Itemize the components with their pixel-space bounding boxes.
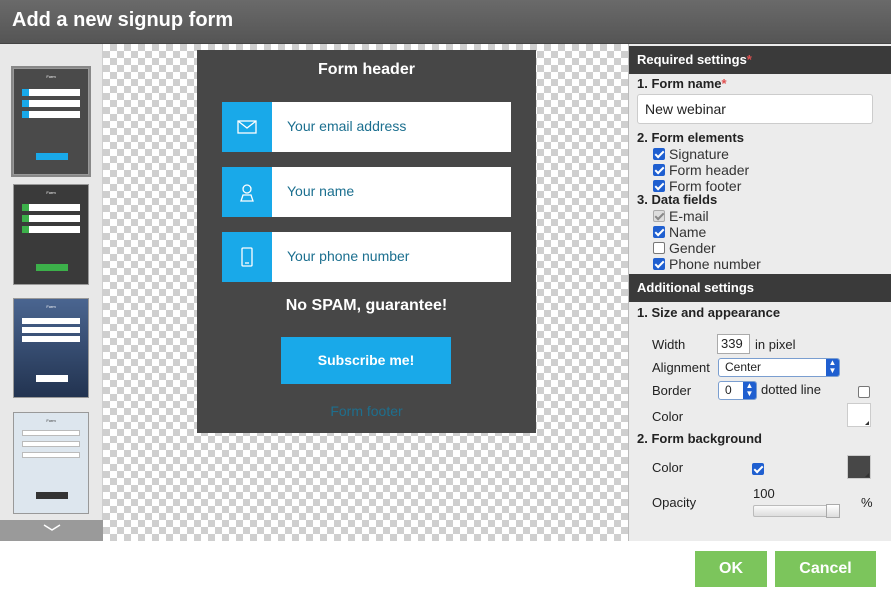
alignment-select[interactable]: Center ▲ ▼	[718, 358, 840, 377]
phone-field-label: Your phone number	[287, 248, 410, 264]
required-settings-header: Required settings*	[629, 46, 891, 74]
nospam-text: No SPAM, guarantee!	[285, 297, 448, 314]
border-style-label: dotted line	[761, 382, 821, 397]
checkbox-unchecked[interactable]	[653, 242, 665, 254]
gender-checkbox[interactable]: Gender	[653, 240, 716, 256]
width-label: Width	[652, 337, 686, 352]
person-icon	[222, 167, 272, 217]
phone-number-label: Phone number	[669, 256, 761, 272]
dialog-title: Add a new signup form	[12, 9, 234, 31]
border-width-value: 0	[725, 383, 732, 397]
select-arrows-icon: ▲ ▼	[826, 359, 839, 376]
template-list[interactable]: Form Form Form Form	[0, 44, 103, 541]
signature-checkbox[interactable]: Signature	[653, 146, 729, 162]
bg-color-swatch[interactable]	[847, 455, 871, 479]
template-thumb-dark-green[interactable]: Form	[13, 184, 89, 285]
name-checkbox[interactable]: Name	[653, 224, 706, 240]
alignment-label: Alignment	[652, 360, 710, 375]
preview-canvas: Form header Your email address Your name…	[103, 44, 628, 541]
form-header-label: Form header	[669, 162, 750, 178]
checkbox-checked[interactable]	[653, 164, 665, 176]
form-elements-label: 2. Form elements	[637, 130, 744, 145]
phone-icon	[222, 232, 272, 282]
email-field-label: Your email address	[287, 118, 407, 134]
border-color-swatch[interactable]	[847, 403, 871, 427]
size-appearance-label: 1. Size and appearance	[637, 305, 781, 320]
email-field[interactable]: Your email address	[222, 102, 511, 152]
name-label: Name	[669, 224, 707, 240]
template-thumb-dark-blue[interactable]: Form	[11, 66, 91, 177]
checkbox-checked[interactable]	[653, 226, 665, 238]
opacity-label: Opacity	[652, 495, 697, 510]
bg-color-label: Color	[652, 460, 684, 475]
checkbox-checked[interactable]	[752, 463, 764, 475]
checkbox-disabled	[653, 210, 665, 222]
chevron-down-icon	[42, 520, 62, 537]
email-label: E-mail	[669, 208, 709, 224]
checkbox-checked[interactable]	[653, 148, 665, 160]
templates-scroll-down[interactable]	[0, 520, 103, 541]
dotted-line-checkbox[interactable]	[858, 386, 870, 398]
name-field-label: Your name	[287, 183, 355, 199]
template-thumb-navy[interactable]: Form	[13, 298, 89, 398]
name-field[interactable]: Your name	[222, 167, 511, 217]
select-arrows-icon: ▲ ▼	[743, 382, 756, 399]
opacity-slider[interactable]	[753, 504, 840, 518]
subscribe-button[interactable]: Subscribe me!	[281, 337, 451, 384]
opacity-slider-handle[interactable]	[826, 504, 840, 518]
width-unit: in pixel	[755, 337, 796, 352]
form-name-label-text: 1. Form name	[637, 76, 722, 91]
cancel-button[interactable]: Cancel	[775, 551, 876, 587]
form-header-checkbox[interactable]: Form header	[653, 162, 749, 178]
signature-label: Signature	[669, 146, 729, 162]
alignment-value: Center	[725, 360, 762, 374]
form-background-label: 2. Form background	[637, 431, 762, 446]
data-fields-label: 3. Data fields	[637, 192, 718, 207]
settings-panel: Required settings* 1. Form name* New web…	[628, 44, 891, 541]
border-width-select[interactable]: 0 ▲ ▼	[718, 381, 757, 400]
gender-label: Gender	[669, 240, 716, 256]
form-preview[interactable]: Form header Your email address Your name…	[197, 50, 536, 433]
envelope-icon	[222, 102, 272, 152]
additional-settings-header: Additional settings	[629, 274, 891, 302]
form-name-label: 1. Form name*	[637, 76, 727, 91]
email-checkbox: E-mail	[653, 208, 709, 224]
required-star: *	[746, 52, 752, 67]
phone-field[interactable]: Your phone number	[222, 232, 511, 282]
opacity-value: 100	[753, 486, 775, 501]
template-thumb-light[interactable]: Form	[13, 412, 89, 514]
checkbox-checked[interactable]	[653, 258, 665, 270]
width-input[interactable]: 339	[717, 334, 750, 354]
bg-color-checkbox[interactable]	[752, 461, 768, 477]
border-color-label: Color	[652, 409, 684, 424]
form-footer[interactable]: Form footer	[197, 403, 536, 419]
form-header[interactable]: Form header	[197, 61, 536, 79]
border-label: Border	[652, 383, 692, 398]
form-name-star: *	[721, 76, 727, 91]
required-settings-title: Required settings	[637, 52, 747, 67]
form-name-input[interactable]: New webinar	[637, 94, 873, 124]
opacity-unit: %	[861, 495, 873, 510]
checkbox-checked[interactable]	[653, 180, 665, 192]
dialog-titlebar: Add a new signup form	[0, 0, 891, 44]
phone-number-checkbox[interactable]: Phone number	[653, 256, 761, 272]
ok-button[interactable]: OK	[695, 551, 767, 587]
